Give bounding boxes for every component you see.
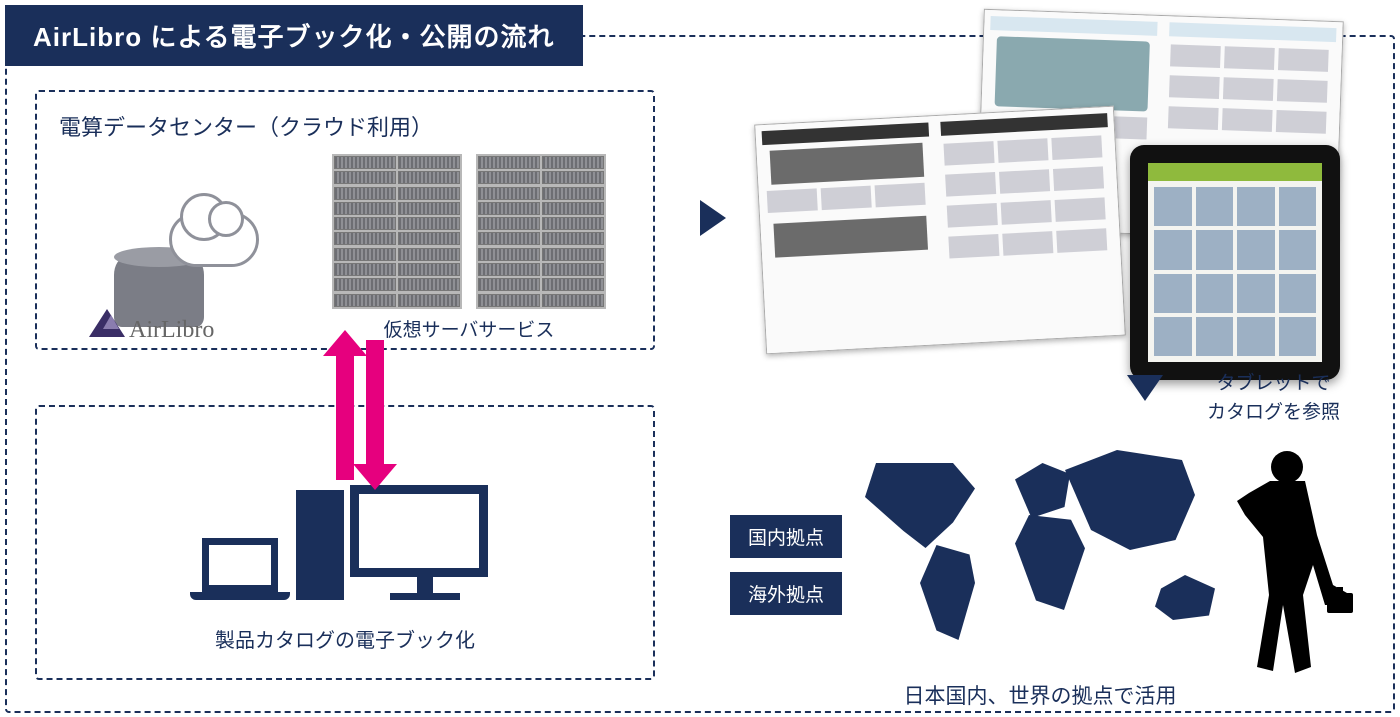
arrow-down-icon — [366, 340, 384, 470]
businessperson-icon — [1215, 445, 1355, 675]
location-tags: 国内拠点 海外拠点 — [730, 515, 842, 615]
tablet-caption: タブレットでカタログを参照 — [1207, 370, 1340, 427]
datacenter-heading: 電算データセンター（クラウド利用） — [59, 110, 631, 142]
cloud-db-icon: AirLibro — [79, 202, 259, 342]
usage-caption: 日本国内、世界の拠点で活用 — [800, 680, 1280, 710]
sync-arrows-icon — [315, 340, 405, 480]
arrow-up-icon — [336, 350, 354, 480]
tag-domestic: 国内拠点 — [730, 515, 842, 558]
tag-overseas: 海外拠点 — [730, 572, 842, 615]
airlibro-logo-text: AirLibro — [129, 317, 214, 344]
client-devices-icon — [37, 485, 653, 600]
laptop-icon — [190, 538, 290, 600]
server-rack-icon — [476, 154, 606, 309]
diagram-title: AirLibro による電子ブック化・公開の流れ — [5, 5, 583, 66]
virtual-server-block: 仮想サーバサービス — [307, 154, 631, 342]
ebook-preview — [760, 15, 1360, 375]
pc-tower-icon — [296, 490, 344, 600]
world-map-icon — [855, 445, 1225, 660]
flow-arrow-down-icon — [1127, 375, 1163, 401]
catalog-spread-icon — [754, 106, 1126, 355]
client-label: 製品カタログの電子ブック化 — [37, 624, 653, 653]
cloud-icon — [169, 212, 259, 267]
flow-arrow-right-icon — [700, 200, 726, 236]
tablet-icon — [1130, 145, 1340, 380]
monitor-icon — [350, 485, 500, 600]
server-rack-icon — [332, 154, 462, 309]
datacenter-box: 電算データセンター（クラウド利用） AirLibro 仮想サーバサ — [35, 90, 655, 350]
airlibro-service: AirLibro — [59, 202, 279, 342]
airlibro-logo-icon — [89, 309, 125, 337]
